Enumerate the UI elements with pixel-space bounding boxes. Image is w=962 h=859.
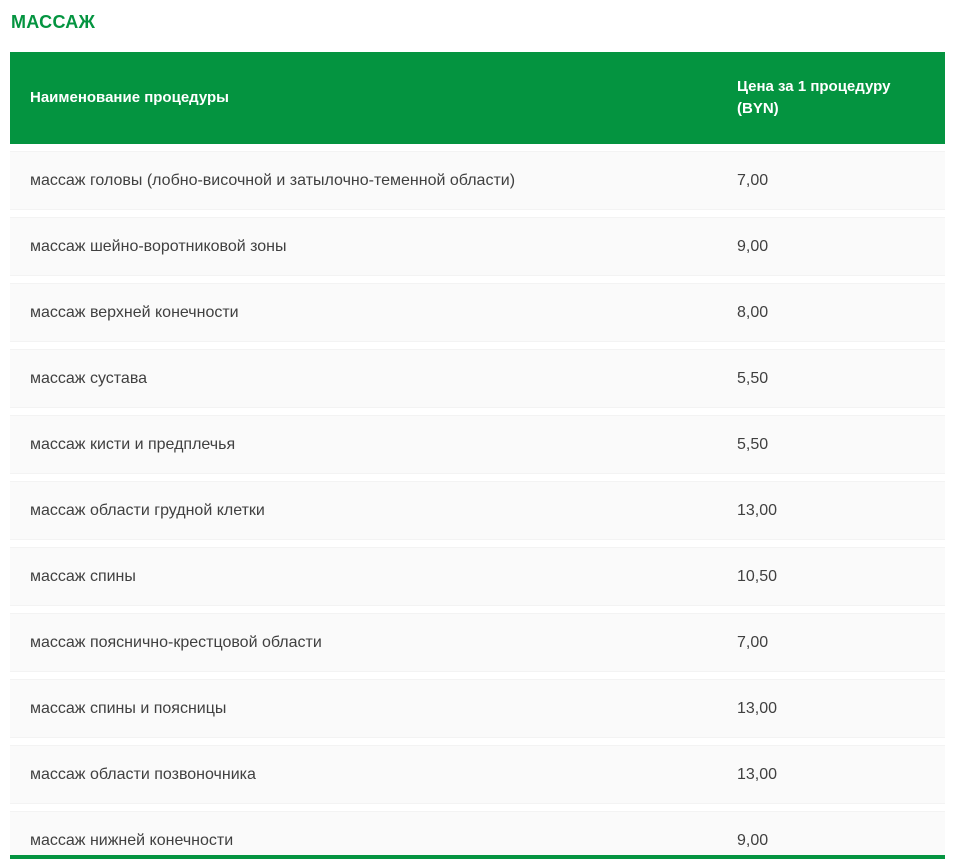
table-row: массаж шейно-воротниковой зоны 9,00 (10, 217, 945, 276)
table-header-row: Наименование процедуры Цена за 1 процеду… (10, 52, 945, 144)
column-header-price: Цена за 1 процедуру (BYN) (737, 76, 945, 120)
procedure-price: 9,00 (737, 832, 945, 850)
procedure-name: массаж сустава (10, 370, 737, 388)
table-row: массаж спины и поясницы 13,00 (10, 679, 945, 738)
table-row: массаж нижней конечности 9,00 (10, 811, 945, 859)
procedure-name: массаж области грудной клетки (10, 502, 737, 520)
table-row: массаж кисти и предплечья 5,50 (10, 415, 945, 474)
table-row: массаж спины 10,50 (10, 547, 945, 606)
procedure-name: массаж нижней конечности (10, 832, 737, 850)
procedure-price: 13,00 (737, 700, 945, 718)
column-header-price-label: Цена за 1 процедуру (BYN) (737, 76, 915, 120)
procedure-price: 13,00 (737, 766, 945, 784)
procedure-price: 10,50 (737, 568, 945, 586)
column-header-procedure: Наименование процедуры (10, 87, 737, 109)
procedure-price: 5,50 (737, 436, 945, 454)
procedure-name: массаж шейно-воротниковой зоны (10, 238, 737, 256)
table-row: массаж пояснично-крестцовой области 7,00 (10, 613, 945, 672)
procedure-name: массаж спины (10, 568, 737, 586)
procedure-name: массаж пояснично-крестцовой области (10, 634, 737, 652)
procedure-name: массаж верхней конечности (10, 304, 737, 322)
procedure-name: массаж кисти и предплечья (10, 436, 737, 454)
table-row: массаж головы (лобно-височной и затылочн… (10, 151, 945, 210)
section-title: МАССАЖ (11, 12, 945, 33)
procedure-price: 13,00 (737, 502, 945, 520)
table-row: массаж области грудной клетки 13,00 (10, 481, 945, 540)
procedure-price: 7,00 (737, 172, 945, 190)
next-section-header-edge (10, 855, 945, 859)
table-row: массаж области позвоночника 13,00 (10, 745, 945, 804)
table-body: массаж головы (лобно-височной и затылочн… (10, 151, 945, 859)
procedure-price: 9,00 (737, 238, 945, 256)
price-list-page: МАССАЖ Наименование процедуры Цена за 1 … (0, 0, 962, 859)
procedure-name: массаж спины и поясницы (10, 700, 737, 718)
procedure-name: массаж головы (лобно-височной и затылочн… (10, 172, 737, 190)
procedure-price: 8,00 (737, 304, 945, 322)
procedure-price: 5,50 (737, 370, 945, 388)
table-row: массаж сустава 5,50 (10, 349, 945, 408)
price-table: Наименование процедуры Цена за 1 процеду… (10, 52, 945, 859)
procedure-name: массаж области позвоночника (10, 766, 737, 784)
table-row: массаж верхней конечности 8,00 (10, 283, 945, 342)
procedure-price: 7,00 (737, 634, 945, 652)
